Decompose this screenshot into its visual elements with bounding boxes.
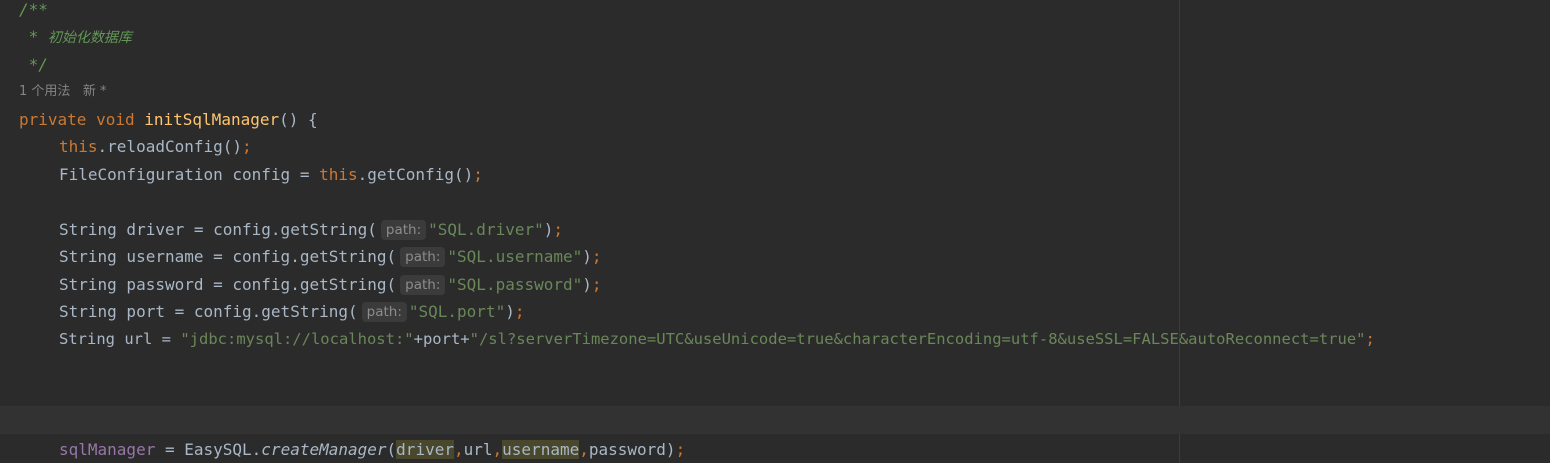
semicolon: ; — [591, 247, 602, 266]
parameter-hint: path: — [361, 302, 407, 322]
close-paren: ) — [505, 302, 515, 321]
code-line-password[interactable]: String password = config.getString(path:… — [59, 271, 602, 298]
reload-call: .reloadConfig() — [97, 137, 243, 156]
code-line-url[interactable]: String url = "jdbc:mysql://localhost:"+p… — [59, 326, 1375, 353]
right-margin-guide — [1179, 0, 1180, 463]
string-literal: "SQL.port" — [408, 302, 506, 321]
doc-comment-open: /** — [19, 0, 48, 19]
arg-username-highlighted[interactable]: username — [502, 440, 580, 459]
method-name[interactable]: initSqlManager — [144, 110, 279, 129]
usages-inlay[interactable]: 1 个用法 新 * — [19, 78, 106, 105]
code-line-create-manager[interactable]: sqlManager = EasySQL.createManager(drive… — [59, 436, 685, 463]
password-declaration: String password = config.getString( — [59, 275, 397, 294]
string-literal: "SQL.driver" — [428, 220, 544, 239]
author-hint[interactable]: 新 * — [83, 84, 107, 99]
comma: , — [579, 440, 589, 459]
arg-driver-highlighted[interactable]: driver — [396, 440, 454, 459]
semicolon: ; — [675, 440, 686, 459]
sqlmanager-field[interactable]: sqlManager — [59, 440, 155, 459]
port-concat: +port+ — [413, 330, 470, 348]
usages-count[interactable]: 1 个用法 — [19, 84, 70, 99]
driver-declaration: String driver = config.getString( — [59, 220, 377, 239]
jdbc-prefix-string: "jdbc:mysql://localhost:" — [180, 330, 414, 348]
getconfig-call: .getConfig() — [357, 165, 474, 184]
semicolon: ; — [1365, 330, 1375, 348]
keyword-this: this — [59, 137, 98, 156]
semicolon: ; — [514, 302, 525, 321]
semicolon: ; — [473, 165, 483, 184]
arg-url[interactable]: url — [464, 440, 493, 459]
semicolon: ; — [553, 220, 564, 239]
keyword-this: this — [319, 165, 358, 184]
port-declaration: String port = config.getString( — [59, 302, 358, 321]
code-line-config[interactable]: FileConfiguration config = this.getConfi… — [59, 161, 483, 188]
semicolon: ; — [591, 275, 602, 294]
parameter-hint: path: — [400, 247, 446, 267]
easysql-class-ref: = EasySQL. — [155, 440, 262, 459]
close-paren: ) — [582, 275, 592, 294]
keyword-private: private — [19, 110, 87, 129]
code-editor[interactable]: /** * 初始化数据库 */ 1 个用法 新 * private void i… — [0, 0, 1550, 463]
caret-row-highlight — [0, 406, 1550, 434]
jdbc-params-string: "/sl?serverTimezone=UTC&useUnicode=true&… — [469, 330, 1366, 348]
arg-password[interactable]: password — [589, 440, 666, 459]
parameter-hint: path: — [380, 220, 427, 240]
doc-comment-close: */ — [19, 55, 48, 74]
url-declaration: String url = — [59, 330, 181, 348]
parameter-hint: path: — [400, 275, 446, 295]
doc-comment-text: 初始化数据库 — [47, 30, 132, 46]
config-declaration: FileConfiguration config = — [59, 165, 320, 184]
method-declaration[interactable]: private void initSqlManager() { — [19, 106, 318, 133]
comma: , — [453, 440, 464, 459]
close-paren: ) — [543, 220, 554, 239]
username-declaration: String username = config.getString( — [59, 247, 397, 266]
open-paren: ( — [386, 440, 397, 459]
code-line-driver[interactable]: String driver = config.getString(path: "S… — [59, 216, 563, 243]
semicolon: ; — [242, 137, 252, 156]
code-line-port[interactable]: String port = config.getString(path: "SQL… — [59, 298, 524, 325]
string-literal: "SQL.username" — [447, 247, 583, 266]
create-manager-method[interactable]: createManager — [261, 440, 386, 459]
doc-comment-text-line: * 初始化数据库 — [19, 23, 132, 50]
code-line-username[interactable]: String username = config.getString(path:… — [59, 243, 602, 270]
comma: , — [492, 440, 503, 459]
string-literal: "SQL.password" — [447, 275, 583, 294]
close-paren: ) — [582, 247, 592, 266]
close-paren: ) — [665, 440, 676, 459]
code-line-reload[interactable]: this.reloadConfig(); — [59, 133, 252, 160]
keyword-void: void — [96, 110, 135, 129]
doc-comment-star: * — [19, 27, 48, 46]
method-signature: () { — [279, 110, 318, 129]
